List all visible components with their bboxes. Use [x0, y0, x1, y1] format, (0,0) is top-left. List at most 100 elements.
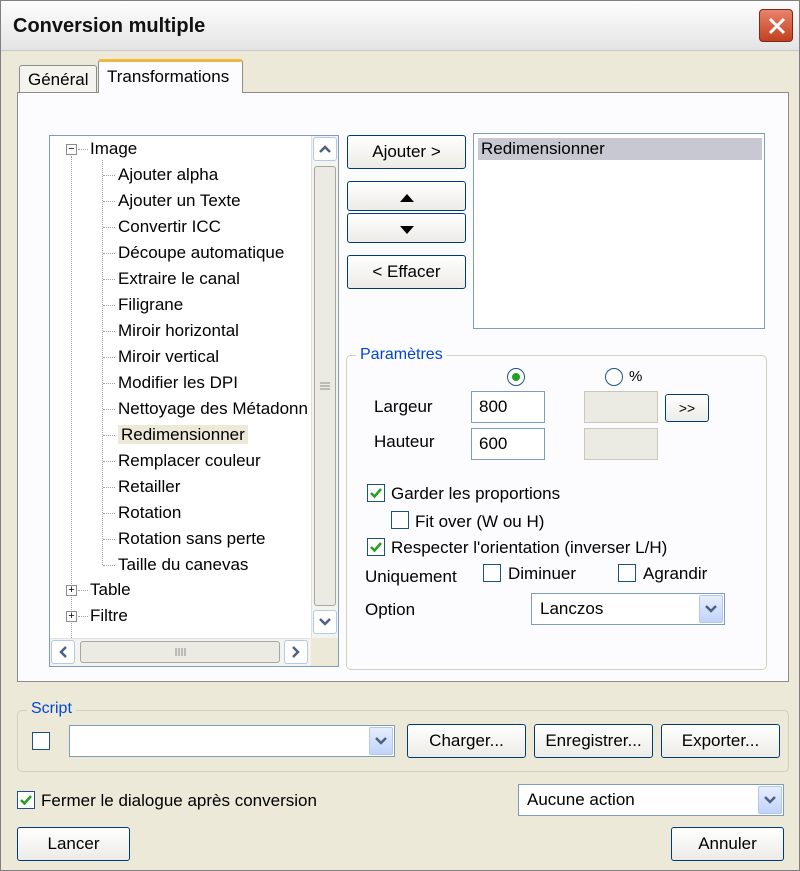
tab-transformations[interactable]: Transformations [98, 59, 243, 93]
scroll-left-button[interactable] [51, 640, 75, 664]
move-up-button[interactable] [347, 181, 466, 211]
close-button[interactable] [759, 9, 793, 42]
transformations-tree[interactable]: − Image Ajouter alpha Ajouter un Texte Con… [49, 135, 339, 667]
chevron-down-icon [375, 737, 387, 745]
tree-connector [103, 539, 115, 540]
expand-filter-icon[interactable]: + [66, 611, 77, 622]
tree-connector [78, 149, 88, 150]
tree-connector [78, 590, 88, 591]
chevron-down-icon [764, 796, 776, 804]
resample-option-select[interactable]: Lanczos [531, 593, 725, 625]
after-action-select[interactable]: Aucune action [518, 784, 784, 816]
tree-item[interactable]: Découpe automatique [118, 241, 284, 265]
chevron-down-icon [319, 618, 331, 626]
tab-transformations-label: Transformations [107, 67, 230, 86]
tree-connector [103, 409, 115, 410]
grip-icon [175, 648, 186, 656]
tree-connector [103, 201, 115, 202]
tree-item[interactable]: Rotation sans perte [118, 527, 265, 551]
dropdown-button[interactable] [699, 595, 723, 623]
pixels-radio[interactable] [507, 368, 525, 386]
checkmark-icon [20, 795, 32, 806]
chevron-down-icon [705, 605, 717, 613]
collapse-image-icon[interactable]: − [66, 144, 77, 155]
enlarge-checkbox[interactable] [618, 564, 636, 582]
move-down-button[interactable] [347, 213, 466, 243]
applied-transformations-list[interactable]: Redimensionner [473, 133, 765, 329]
tree-item[interactable]: Retailler [118, 475, 180, 499]
tree-item[interactable]: Extraire le canal [118, 267, 240, 291]
tree-connector [103, 253, 115, 254]
tree-group-image[interactable]: Image [90, 137, 137, 161]
tree-item[interactable]: Rotation [118, 501, 181, 525]
tree-item[interactable]: Miroir vertical [118, 345, 219, 369]
checkmark-icon [370, 542, 382, 553]
dialog-window: Conversion multiple Général Transformati… [0, 0, 800, 871]
chevron-up-icon [319, 145, 331, 153]
hscroll-thumb[interactable] [80, 641, 280, 663]
add-button[interactable]: Ajouter > [347, 135, 466, 169]
dropdown-button[interactable] [758, 786, 782, 814]
width-input[interactable]: 800 [471, 391, 545, 423]
scroll-right-button[interactable] [284, 640, 308, 664]
scroll-up-button[interactable] [313, 137, 337, 161]
script-select[interactable] [69, 725, 395, 757]
tree-item[interactable]: Redimensionner [118, 423, 248, 447]
fit-over-checkbox[interactable] [391, 511, 409, 529]
more-options-button[interactable]: >> [665, 394, 709, 422]
save-script-button[interactable]: Enregistrer... [534, 724, 653, 758]
keep-ratio-checkbox[interactable] [367, 484, 385, 502]
percent-radio[interactable] [605, 368, 623, 386]
tree-connector [103, 435, 115, 436]
tree-item[interactable]: Remplacer couleur [118, 449, 261, 473]
grip-icon [320, 382, 330, 390]
fit-over-label: Fit over (W ou H) [415, 512, 545, 531]
arrow-up-icon [399, 194, 414, 202]
tree-item[interactable]: Modifier les DPI [118, 371, 238, 395]
export-script-button[interactable]: Exporter... [661, 724, 780, 758]
tree-item[interactable]: Nettoyage des Métadonn [118, 397, 308, 421]
close-after-conversion-checkbox[interactable] [17, 791, 35, 809]
percent-label: % [629, 368, 643, 385]
tree-connector [103, 565, 115, 566]
height-percent-input[interactable] [584, 428, 658, 460]
parameters-legend: Paramètres [356, 346, 447, 364]
tree-connector [103, 487, 115, 488]
tree-item[interactable]: Ajouter alpha [118, 163, 218, 187]
tree-group-filter[interactable]: Filtre [90, 604, 128, 628]
tree-horizontal-scrollbar[interactable] [50, 638, 311, 666]
tree-item[interactable]: Filigrane [118, 293, 183, 317]
orientation-checkbox[interactable] [367, 538, 385, 556]
expand-table-icon[interactable]: + [66, 585, 77, 596]
height-label: Hauteur [374, 432, 435, 451]
script-enable-checkbox[interactable] [32, 732, 50, 750]
enlarge-label: Agrandir [643, 564, 708, 583]
script-legend: Script [27, 700, 76, 718]
chevron-right-icon [292, 646, 300, 658]
tree-item[interactable]: Ajouter un Texte [118, 189, 241, 213]
cancel-button[interactable]: Annuler [671, 827, 784, 861]
tree-item[interactable]: Convertir ICC [118, 215, 221, 239]
tree-group-table[interactable]: Table [90, 578, 131, 602]
close-icon [768, 17, 786, 35]
tree-connector [103, 513, 115, 514]
height-input[interactable]: 600 [471, 428, 545, 460]
tree-connector [103, 331, 115, 332]
scroll-down-button[interactable] [313, 610, 337, 634]
scroll-thumb[interactable] [314, 166, 336, 606]
tree-connector [103, 227, 115, 228]
dropdown-button[interactable] [369, 727, 393, 755]
load-script-button[interactable]: Charger... [407, 724, 526, 758]
tree-item[interactable]: Miroir horizontal [118, 319, 239, 343]
decrease-checkbox[interactable] [483, 564, 501, 582]
tree-connector [78, 616, 88, 617]
run-button[interactable]: Lancer [17, 827, 130, 861]
tab-general[interactable]: Général [19, 65, 97, 93]
tree-vertical-scrollbar[interactable] [311, 136, 338, 638]
tree-guide-line [71, 156, 72, 656]
width-percent-input[interactable] [584, 391, 658, 423]
remove-button[interactable]: < Effacer [347, 255, 466, 289]
tree-item[interactable]: Taille du canevas [118, 553, 248, 577]
tree-connector [103, 461, 115, 462]
list-item[interactable]: Redimensionner [478, 138, 762, 160]
